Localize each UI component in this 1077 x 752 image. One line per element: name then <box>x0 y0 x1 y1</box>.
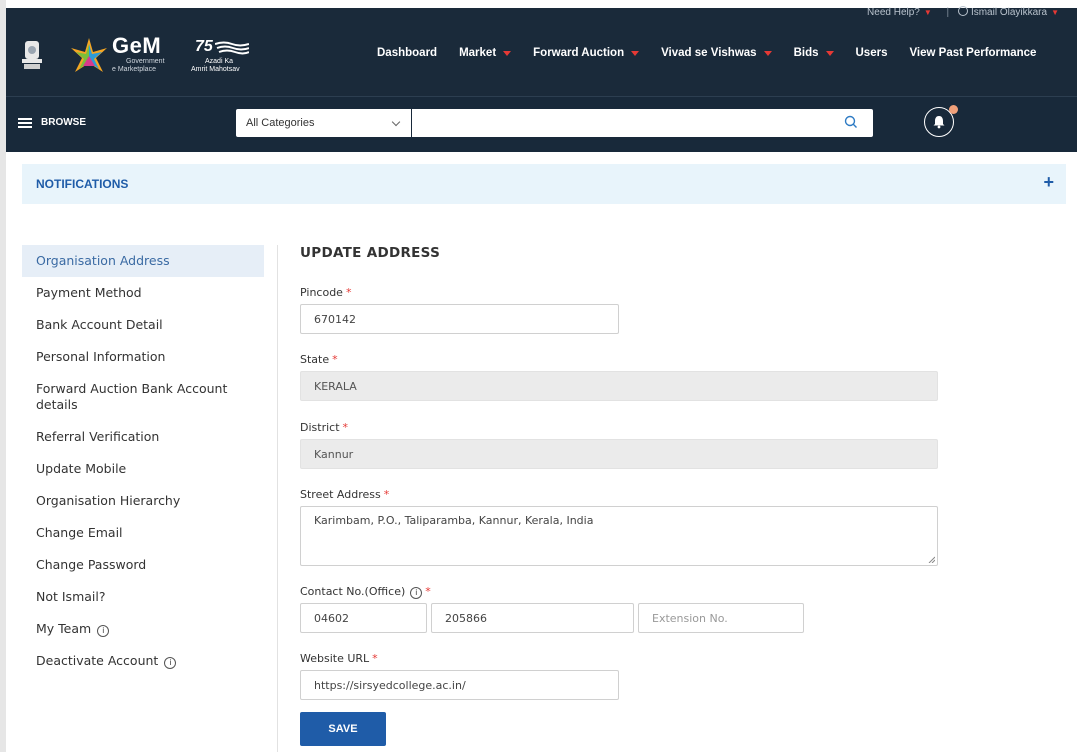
dropdown-caret-icon <box>763 50 772 56</box>
info-icon[interactable]: i <box>410 587 423 599</box>
nav-market-label: Market <box>459 47 497 59</box>
browse-label: BROWSE <box>41 117 86 128</box>
nav-users[interactable]: Users <box>856 47 888 59</box>
save-button[interactable]: SAVE <box>300 712 386 746</box>
dropdown-caret-icon <box>825 50 834 56</box>
info-icon[interactable]: i <box>97 625 110 637</box>
sidebar-item-forward-auction-bank[interactable]: Forward Auction Bank Account details <box>22 373 264 421</box>
profile-sidebar: Organisation Address Payment Method Bank… <box>22 245 264 677</box>
browse-button[interactable]: BROWSE <box>18 117 86 128</box>
chevron-down-icon <box>391 117 401 127</box>
user-caret-icon: ▼ <box>1051 8 1059 17</box>
nav-vivad-label: Vivad se Vishwas <box>661 47 757 59</box>
search-bar: BROWSE All Categories <box>6 96 1077 152</box>
nav-users-label: Users <box>855 47 888 59</box>
dropdown-caret-icon <box>631 50 640 56</box>
sidebar-divider <box>277 245 278 752</box>
street-address-textarea[interactable]: Karimbam, P.O., Taliparamba, Kannur, Ker… <box>300 506 938 566</box>
sidebar-item-referral-verification[interactable]: Referral Verification <box>22 421 264 453</box>
nav-view-past-performance[interactable]: View Past Performance <box>909 47 1036 59</box>
azadi-flag-icon <box>215 41 249 55</box>
district-input: Kannur <box>300 439 938 469</box>
sidebar-item-deactivate-account[interactable]: Deactivate Account i <box>22 645 264 677</box>
azadi-line-2: Amrit Mahotsav <box>191 66 240 73</box>
sidebar-item-organisation-address[interactable]: Organisation Address <box>22 245 264 277</box>
nav-forward-auction[interactable]: Forward Auction <box>533 47 640 59</box>
azadi-line-1: Azadi Ka <box>205 58 234 65</box>
sidebar-item-bank-account-detail[interactable]: Bank Account Detail <box>22 309 264 341</box>
user-icon <box>957 6 968 16</box>
nav-forward-auction-label: Forward Auction <box>533 47 625 59</box>
district-label: District * <box>300 421 349 434</box>
contact-number-input[interactable]: 205866 <box>431 603 634 633</box>
nav-vivad-se-vishwas[interactable]: Vivad se Vishwas <box>661 47 772 59</box>
user-menu[interactable]: Ismail Olayikkara <box>971 7 1047 18</box>
search-input[interactable] <box>412 109 873 137</box>
notification-dot <box>949 105 958 114</box>
notifications-title: NOTIFICATIONS <box>36 177 129 191</box>
nav-market[interactable]: Market <box>459 47 512 59</box>
nav-dashboard-label: Dashboard <box>377 47 438 59</box>
street-address-value: Karimbam, P.O., Taliparamba, Kannur, Ker… <box>314 514 594 527</box>
extension-input[interactable]: Extension No. <box>638 603 804 633</box>
page: Need Help? ▼ | Ismail Olayikkara ▼ GeM Gov… <box>0 0 1077 752</box>
street-address-label: Street Address * <box>300 488 390 501</box>
nav-dashboard[interactable]: Dashboard <box>377 47 437 59</box>
top-header: Need Help? ▼ | Ismail Olayikkara ▼ GeM Gov… <box>6 6 1077 96</box>
bell-icon <box>933 116 945 129</box>
util-separator: | <box>946 7 950 18</box>
state-input: KERALA <box>300 371 938 401</box>
resize-handle-icon[interactable] <box>928 556 935 563</box>
sidebar-item-personal-information[interactable]: Personal Information <box>22 341 264 373</box>
category-selected-value: All Categories <box>246 117 315 129</box>
main-nav: Dashboard Market Forward Auction Vivad s… <box>377 47 1036 59</box>
deactivate-account-label: Deactivate Account <box>36 653 159 668</box>
contact-std-code-input[interactable]: 04602 <box>300 603 427 633</box>
pincode-label: Pincode * <box>300 286 352 299</box>
nav-bids[interactable]: Bids <box>794 47 834 59</box>
sidebar-item-payment-method[interactable]: Payment Method <box>22 277 264 309</box>
notification-bell-button[interactable] <box>924 105 958 137</box>
sidebar-item-organisation-hierarchy[interactable]: Organisation Hierarchy <box>22 485 264 517</box>
search-icon[interactable] <box>844 115 858 129</box>
gem-logo-icon <box>71 38 107 72</box>
hamburger-menu-icon <box>18 117 32 128</box>
gem-wordmark: GeM <box>112 33 162 58</box>
notifications-panel[interactable]: NOTIFICATIONS + <box>22 164 1066 204</box>
gem-sub-marketplace: e Marketplace <box>112 66 156 73</box>
need-help-link[interactable]: Need Help? <box>867 7 920 18</box>
contact-label: Contact No.(Office) i * <box>300 585 431 599</box>
need-help-caret-icon: ▼ <box>923 8 932 17</box>
expand-plus-icon[interactable]: + <box>1043 172 1054 193</box>
azadi-number: 75 <box>195 38 213 55</box>
gem-logo-text[interactable]: GeM Government e Marketplace <box>112 34 165 74</box>
sidebar-item-my-team[interactable]: My Team i <box>22 613 264 645</box>
dropdown-caret-icon <box>503 50 512 56</box>
nav-bids-label: Bids <box>793 47 819 59</box>
gem-sub-government: Government <box>126 58 165 65</box>
sidebar-item-update-mobile[interactable]: Update Mobile <box>22 453 264 485</box>
utility-bar: Need Help? ▼ | Ismail Olayikkara ▼ <box>867 6 1065 18</box>
website-url-input[interactable]: https://sirsyedcollege.ac.in/ <box>300 670 619 700</box>
state-label: State * <box>300 353 338 366</box>
national-emblem-icon <box>22 41 42 69</box>
pincode-input[interactable]: 670142 <box>300 304 619 334</box>
website-url-label: Website URL * <box>300 652 378 665</box>
nav-past-performance-label: View Past Performance <box>909 47 1037 59</box>
sidebar-item-not-ismail[interactable]: Not Ismail? <box>22 581 264 613</box>
my-team-label: My Team <box>36 621 92 636</box>
sidebar-item-change-email[interactable]: Change Email <box>22 517 264 549</box>
azadi-logo: 75 Azadi Ka Amrit Mahotsav <box>191 38 251 74</box>
form-title: UPDATE ADDRESS <box>300 245 441 261</box>
category-select[interactable]: All Categories <box>236 109 411 137</box>
info-icon[interactable]: i <box>164 657 177 669</box>
sidebar-item-change-password[interactable]: Change Password <box>22 549 264 581</box>
